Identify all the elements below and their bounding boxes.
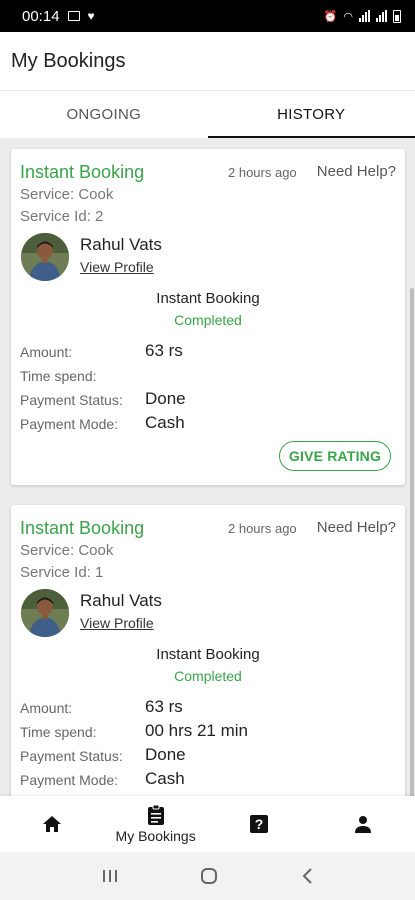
booking-tabs: ONGOING HISTORY [0, 90, 415, 138]
clipboard-icon [147, 804, 164, 825]
booking-time-ago: 2 hours ago [228, 521, 297, 536]
amount-value: 63 rs [145, 341, 183, 360]
bottom-nav: My Bookings ? [0, 796, 415, 852]
amount-value: 63 rs [145, 697, 183, 716]
battery-icon [393, 9, 401, 23]
status-time: 00:14 [22, 7, 60, 25]
payment-mode-value: Cash [145, 413, 185, 432]
time-spend-value: 00 hrs 21 min [145, 721, 248, 740]
booking-card: Instant Booking 2 hours ago Need Help? S… [11, 505, 405, 796]
signal-icon [359, 10, 370, 22]
booking-service: Service: Cook [20, 186, 114, 203]
nav-help[interactable]: ? [208, 796, 312, 852]
give-rating-button[interactable]: GIVE RATING [279, 441, 391, 471]
avatar [21, 233, 69, 281]
view-profile-link[interactable]: View Profile [80, 615, 154, 631]
help-icon: ? [250, 815, 269, 833]
app-bar: My Bookings [0, 32, 415, 90]
booking-title: Instant Booking [20, 162, 145, 182]
tab-history[interactable]: HISTORY [207, 91, 415, 138]
bookings-list[interactable]: Instant Booking 2 hours ago Need Help? S… [0, 138, 415, 796]
tab-ongoing[interactable]: ONGOING [0, 91, 208, 138]
amount-label: Amount: [20, 700, 73, 716]
payment-status-value: Done [145, 389, 186, 408]
system-nav-bar [0, 852, 415, 900]
nav-my-bookings-label: My Bookings [115, 828, 196, 844]
payment-status-label: Payment Status: [20, 392, 123, 408]
recent-apps-icon[interactable] [101, 868, 119, 884]
payment-mode-value: Cash [145, 769, 185, 788]
provider-name: Rahul Vats [80, 591, 162, 610]
scrollbar[interactable] [410, 288, 414, 796]
time-spend-label: Time spend: [20, 368, 97, 384]
wifi-icon: ◠ [343, 10, 353, 23]
need-help-link[interactable]: Need Help? [317, 163, 396, 180]
status-badge: Completed [174, 668, 242, 684]
person-icon [355, 816, 372, 833]
svg-text:?: ? [255, 816, 264, 832]
time-spend-label: Time spend: [20, 724, 97, 740]
booking-title: Instant Booking [20, 518, 145, 538]
back-icon[interactable] [300, 867, 314, 885]
avatar [21, 589, 69, 637]
payment-mode-label: Payment Mode: [20, 416, 119, 432]
provider-name: Rahul Vats [80, 235, 162, 254]
booking-card: Instant Booking 2 hours ago Need Help? S… [11, 149, 405, 485]
payment-status-value: Done [145, 745, 186, 764]
booking-type: Instant Booking [156, 290, 260, 307]
heart-icon: ♥ [87, 9, 95, 23]
gallery-icon [67, 11, 80, 21]
status-bar: 00:14 ♥ ⏰ ◠ [0, 0, 415, 32]
booking-type: Instant Booking [156, 646, 260, 663]
page-title: My Bookings [11, 49, 126, 72]
booking-service-id: Service Id: 1 [20, 564, 104, 581]
booking-service: Service: Cook [20, 542, 114, 559]
booking-service-id: Service Id: 2 [20, 208, 104, 225]
nav-my-bookings[interactable]: My Bookings [104, 796, 208, 852]
home-button-icon[interactable] [200, 867, 218, 885]
payment-mode-label: Payment Mode: [20, 772, 119, 788]
nav-profile[interactable] [311, 796, 415, 852]
payment-status-label: Payment Status: [20, 748, 123, 764]
nav-home[interactable] [0, 796, 104, 852]
status-badge: Completed [174, 312, 242, 328]
alarm-icon: ⏰ [323, 10, 338, 23]
home-icon [42, 816, 61, 832]
signal-icon-2 [376, 10, 387, 22]
amount-label: Amount: [20, 344, 73, 360]
view-profile-link[interactable]: View Profile [80, 259, 154, 275]
booking-time-ago: 2 hours ago [228, 165, 297, 180]
need-help-link[interactable]: Need Help? [317, 519, 396, 536]
